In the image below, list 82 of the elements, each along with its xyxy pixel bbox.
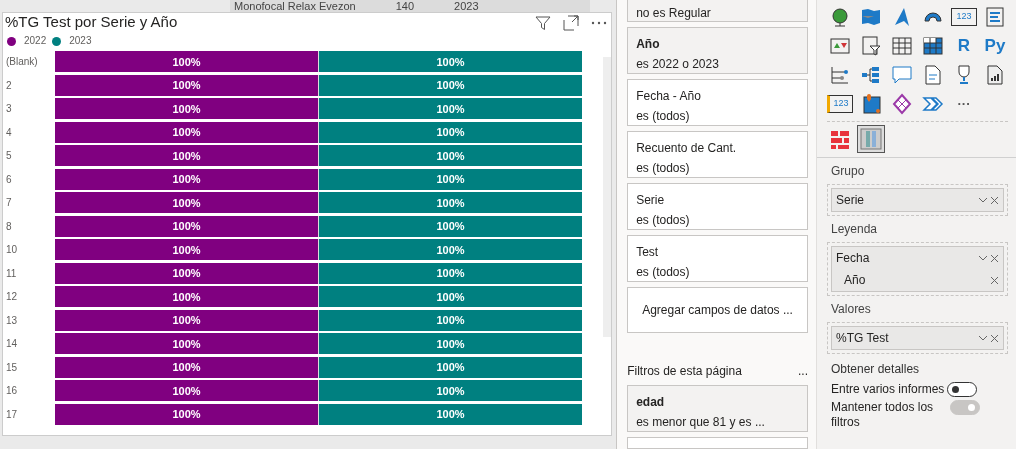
- bar-segment: 100%: [55, 168, 318, 190]
- bar-segment: 100%: [55, 192, 318, 214]
- legend-label: 2023: [69, 35, 92, 47]
- bar-segment: 100%: [55, 333, 318, 355]
- bar-segment: 100%: [319, 51, 582, 73]
- axis-label: 6: [5, 172, 13, 187]
- well-label: Grupo: [831, 163, 866, 180]
- bar-segment: 100%: [319, 239, 582, 261]
- chart-title: %TG Test por Serie y Año: [5, 13, 178, 31]
- axis-label: 4: [5, 125, 13, 140]
- section-heading: Filtros de esta página: [627, 363, 742, 381]
- add-fields-button[interactable]: Agregar campos de datos ...: [627, 287, 808, 334]
- axis-label: 5: [5, 149, 13, 164]
- toggle-label: Mantener todos los filtros: [831, 400, 935, 430]
- axis-label: 13: [5, 313, 19, 328]
- bar-segment: 100%: [55, 74, 318, 96]
- bar-segment: 100%: [55, 215, 318, 237]
- section-heading: Obtener detalles: [831, 361, 921, 378]
- bar-segment: 100%: [319, 262, 582, 284]
- bar-segment: 100%: [319, 309, 582, 331]
- bar-segment: 100%: [55, 121, 318, 143]
- bar-segment: 100%: [55, 145, 318, 167]
- axis-label: (Blank): [5, 55, 39, 70]
- bar-segment: 100%: [319, 380, 582, 402]
- axis-label: 7: [5, 196, 13, 211]
- bar-segment: 100%: [319, 286, 582, 308]
- bar-segment: 100%: [319, 333, 582, 355]
- visual-type-button[interactable]: Py: [982, 33, 1008, 59]
- well-label: Leyenda: [831, 221, 879, 238]
- bar-segment: 100%: [55, 262, 318, 284]
- more-options-button[interactable]: ...: [798, 362, 808, 381]
- filter-card[interactable]: Fecha - Año es (todos): [627, 79, 808, 126]
- filter-card[interactable]: Test es (todos): [627, 235, 808, 282]
- legend-label: 2022: [24, 35, 47, 47]
- bar-segment: 100%: [55, 98, 318, 120]
- bar-segment: 100%: [319, 74, 582, 96]
- field-pill[interactable]: Serie: [831, 188, 1004, 212]
- bar-segment: 100%: [55, 403, 318, 425]
- filter-card[interactable]: Año es 2022 o 2023: [627, 27, 808, 74]
- filter-card[interactable]: Recuento de Cant. es (todos): [627, 131, 808, 178]
- axis-label: 2: [5, 78, 13, 93]
- bar-segment: 100%: [319, 145, 582, 167]
- bar-segment: 100%: [319, 121, 582, 143]
- field-name: Fecha: [836, 250, 870, 267]
- bar-segment: 100%: [319, 403, 582, 425]
- bar-segment: 100%: [55, 380, 318, 402]
- visual-type-button[interactable]: R: [951, 33, 977, 59]
- axis-label: 10: [5, 243, 19, 258]
- well-label: Valores: [831, 301, 872, 318]
- field-pill[interactable]: %TG Test: [831, 326, 1004, 350]
- field-pill[interactable]: Fecha Año: [831, 246, 1004, 292]
- axis-label: 8: [5, 219, 13, 234]
- toggle-label: Entre varios informes: [831, 382, 945, 397]
- axis-label: 3: [5, 102, 13, 117]
- table-cell: Monofocal Relax Evezon: [234, 0, 356, 12]
- field-name: %TG Test: [836, 330, 889, 347]
- axis-label: 14: [5, 337, 19, 352]
- bar-segment: 100%: [55, 51, 318, 73]
- axis-label: 11: [5, 266, 18, 281]
- bar-segment: 100%: [55, 356, 318, 378]
- bar-segment: 100%: [55, 239, 318, 261]
- bar-segment: 100%: [319, 192, 582, 214]
- field-name: Año: [844, 272, 866, 289]
- bar-segment: 100%: [319, 98, 582, 120]
- bar-segment: 100%: [55, 309, 318, 331]
- axis-label: 17: [5, 407, 19, 422]
- bar-segment: 100%: [55, 286, 318, 308]
- bar-segment: 100%: [319, 356, 582, 378]
- bar-segment: 100%: [319, 168, 582, 190]
- filter-card[interactable]: no es Regular: [627, 0, 808, 22]
- axis-label: 16: [5, 384, 19, 399]
- table-cell: 2023: [454, 0, 479, 12]
- filter-card[interactable]: edad es menor que 81 y es ...: [627, 385, 808, 433]
- visual-type-button[interactable]: 123: [951, 8, 977, 26]
- bar-segment: 100%: [319, 215, 582, 237]
- visual-type-button[interactable]: 123: [827, 95, 853, 113]
- more-visuals-button[interactable]: ···: [951, 91, 977, 117]
- field-name: Serie: [836, 192, 864, 209]
- axis-label: 15: [5, 360, 19, 375]
- axis-label: 12: [5, 290, 19, 305]
- filter-card[interactable]: Serie es (todos): [627, 183, 808, 230]
- table-cell: 140: [395, 0, 415, 12]
